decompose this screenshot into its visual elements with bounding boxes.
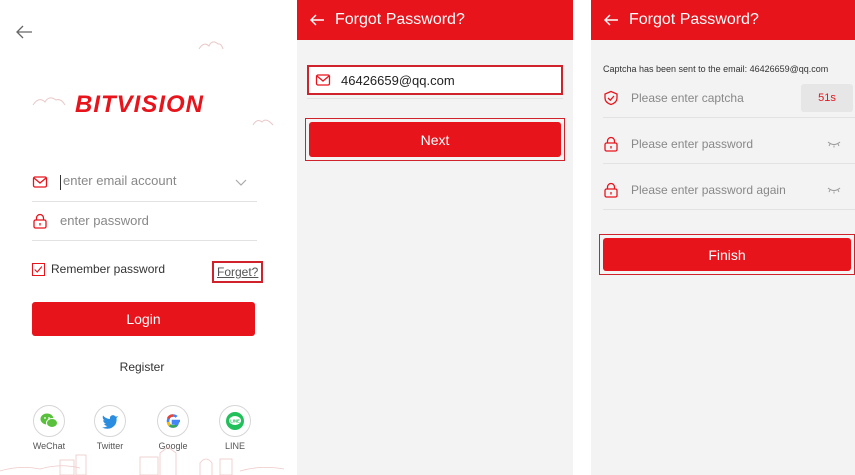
remember-password-label: Remember password [51,262,166,276]
email-placeholder: enter email account [63,173,177,189]
login-screen: BITVISION enter email account enter pass… [0,0,284,475]
twitter-icon [102,415,118,429]
shield-check-icon [604,90,618,105]
page-title: Forgot Password? [335,11,465,28]
line-icon: LINE [226,412,244,430]
email-field[interactable]: 46426659@qq.com [307,65,563,95]
chevron-down-icon[interactable] [235,176,247,188]
reset-password-screen: Forgot Password? Captcha has been sent t… [591,0,855,475]
email-value: 46426659@qq.com [341,72,455,88]
email-field[interactable]: enter email account [32,162,257,202]
captcha-sent-message: Captcha has been sent to the email: 4642… [603,64,829,74]
back-arrow-icon[interactable] [603,12,619,28]
divider [307,98,563,99]
password-again-field[interactable]: Please enter password again [603,170,855,210]
wechat-icon [40,413,58,428]
resend-countdown-button[interactable]: 51s [801,83,853,112]
back-arrow-icon[interactable] [14,22,34,42]
next-button[interactable]: Next [309,122,561,157]
login-button[interactable]: Login [32,302,255,336]
text-cursor [60,174,61,190]
finish-button-highlight: Finish [599,234,855,275]
cloud-decoration-icon [32,97,66,106]
back-arrow-icon[interactable] [309,12,325,28]
eye-closed-icon[interactable] [827,185,841,195]
cloud-decoration-icon [198,41,224,50]
next-button-highlight: Next [305,118,565,161]
page-title: Forgot Password? [629,11,759,28]
captcha-field[interactable]: Please enter captcha 51s [603,78,855,118]
eye-closed-icon[interactable] [827,139,841,149]
header-bar: Forgot Password? [591,0,855,40]
forgot-password-screen: Forgot Password? 46426659@qq.com Next [297,0,573,475]
password-placeholder: enter password [60,213,149,228]
google-icon [166,414,180,428]
check-icon[interactable] [32,262,45,276]
finish-button[interactable]: Finish [603,238,851,271]
lock-icon [604,182,618,198]
svg-text:LINE: LINE [230,418,240,423]
password-field[interactable]: Please enter password [603,124,855,164]
password-field[interactable]: enter password [32,201,257,241]
brand-logo: BITVISION [75,91,205,118]
envelope-icon [32,175,48,188]
password-again-placeholder: Please enter password again [631,182,786,197]
captcha-placeholder: Please enter captcha [631,90,744,105]
lock-icon [604,136,618,152]
header-bar: Forgot Password? [297,0,573,40]
lock-icon [33,213,47,229]
remember-password-checkbox[interactable]: Remember password [32,262,165,276]
password-placeholder: Please enter password [631,136,754,151]
forget-password-link[interactable]: Forget? [212,261,264,283]
city-skyline-decoration-icon [0,446,284,475]
register-link[interactable]: Register [0,360,284,374]
envelope-icon [315,74,331,86]
cloud-decoration-icon [252,119,274,126]
